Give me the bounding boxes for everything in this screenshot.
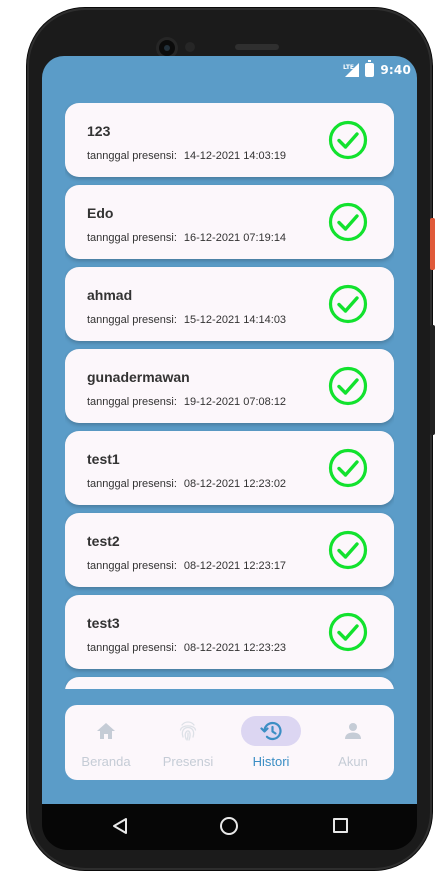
battery-icon xyxy=(365,60,375,77)
check-circle-icon xyxy=(328,366,368,406)
history-info: tannggal presensi: 08-12-2021 12:23:02 xyxy=(87,478,286,490)
history-name: test1 xyxy=(87,451,120,467)
history-card[interactable]: Edo tannggal presensi: 16-12-2021 07:19:14 xyxy=(65,185,394,259)
status-bar: LTE 9:40 xyxy=(343,60,411,79)
back-icon[interactable] xyxy=(112,817,128,835)
history-datetime: 19-12-2021 07:08:12 xyxy=(183,396,287,408)
history-datetime: 08-12-2021 12:23:17 xyxy=(183,560,287,572)
status-time: 9:40 xyxy=(380,63,411,77)
history-datetime: 14-12-2021 14:03:19 xyxy=(183,150,287,162)
network-type-label: LTE xyxy=(343,64,354,71)
bottom-navigation: Beranda Presensi Histori Akun xyxy=(65,705,394,780)
history-date-label: tannggal presensi: xyxy=(87,560,177,572)
history-datetime: 15-12-2021 14:14:03 xyxy=(183,314,287,326)
history-info: tannggal presensi: 08-12-2021 12:23:17 xyxy=(87,560,286,572)
nav-item-presensi[interactable]: Presensi xyxy=(147,705,229,780)
history-card[interactable]: ahmad tannggal presensi: 15-12-2021 14:14:… xyxy=(65,267,394,341)
history-info: tannggal presensi: 14-12-2021 14:03:19 xyxy=(87,150,286,162)
volume-button xyxy=(430,325,435,435)
check-circle-icon xyxy=(328,284,368,324)
history-info: tannggal presensi: 08-12-2021 12:23:23 xyxy=(87,642,286,654)
history-card[interactable]: test1 tannggal presensi: 08-12-2021 12:23:… xyxy=(65,431,394,505)
history-list[interactable]: 123 tannggal presensi: 14-12-2021 14:03:19… xyxy=(65,103,394,689)
home-button-icon[interactable] xyxy=(220,817,238,835)
history-date-label: tannggal presensi: xyxy=(87,478,177,490)
check-circle-icon xyxy=(328,202,368,242)
history-datetime: 08-12-2021 12:23:02 xyxy=(183,478,287,490)
history-date-label: tannggal presensi: xyxy=(87,396,177,408)
nav-item-beranda[interactable]: Beranda xyxy=(65,705,147,780)
history-card[interactable]: 123 tannggal presensi: 14-12-2021 14:03:19 xyxy=(65,103,394,177)
person-icon xyxy=(345,723,361,739)
history-name: ahmad xyxy=(87,287,133,303)
history-info: tannggal presensi: 19-12-2021 07:08:12 xyxy=(87,396,286,408)
fingerprint-icon xyxy=(179,721,197,741)
history-icon xyxy=(260,721,282,741)
nav-label-presensi: Presensi xyxy=(162,754,214,769)
check-circle-icon xyxy=(328,612,368,652)
history-name: test2 xyxy=(87,533,120,549)
history-datetime: 16-12-2021 07:19:14 xyxy=(183,232,287,244)
check-circle-icon xyxy=(328,120,368,160)
history-card[interactable]: test3 tannggal presensi: 08-12-2021 12:23:… xyxy=(65,595,394,669)
earpiece-speaker xyxy=(235,44,279,50)
history-card[interactable]: test2 tannggal presensi: 08-12-2021 12:23:… xyxy=(65,513,394,587)
signal-icon: LTE xyxy=(343,63,360,77)
check-circle-icon xyxy=(328,448,368,488)
front-camera xyxy=(159,40,175,56)
history-date-label: tannggal presensi: xyxy=(87,232,177,244)
nav-item-akun[interactable]: Akun xyxy=(312,705,394,780)
power-button xyxy=(430,218,435,270)
proximity-sensor xyxy=(185,42,195,52)
history-date-label: tannggal presensi: xyxy=(87,150,177,162)
history-name: gunadermawan xyxy=(87,369,190,385)
history-date-label: tannggal presensi: xyxy=(87,642,177,654)
home-icon xyxy=(97,723,115,739)
history-name: test3 xyxy=(87,615,120,631)
recent-apps-icon[interactable] xyxy=(333,818,348,833)
check-circle-icon xyxy=(328,530,368,570)
app-screen: LTE 9:40 123 tannggal presensi: 14-12-2021… xyxy=(42,56,417,804)
history-info: tannggal presensi: 15-12-2021 14:14:03 xyxy=(87,314,286,326)
history-name: 123 xyxy=(87,123,111,139)
history-datetime: 08-12-2021 12:23:23 xyxy=(183,642,287,654)
history-name: Edo xyxy=(87,205,114,221)
history-card-partial[interactable] xyxy=(65,677,394,689)
nav-label-beranda: Beranda xyxy=(81,754,131,769)
history-date-label: tannggal presensi: xyxy=(87,314,177,326)
nav-item-histori[interactable]: Histori xyxy=(230,705,312,780)
nav-label-akun: Akun xyxy=(338,754,368,769)
history-info: tannggal presensi: 16-12-2021 07:19:14 xyxy=(87,232,286,244)
system-navigation-bar xyxy=(42,804,417,850)
nav-active-indicator xyxy=(241,716,301,746)
nav-label-histori: Histori xyxy=(252,754,290,769)
history-card[interactable]: gunadermawan tannggal presensi: 19-12-2021… xyxy=(65,349,394,423)
